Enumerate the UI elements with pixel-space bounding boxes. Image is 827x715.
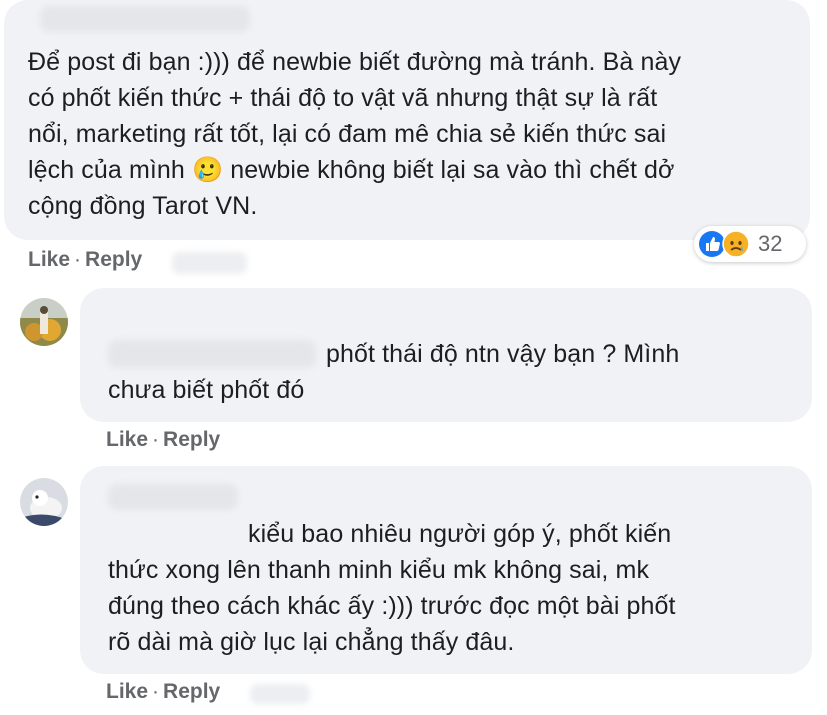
reaction-count: 32 <box>758 231 783 256</box>
blurred-author-name <box>108 484 238 510</box>
like-button[interactable]: Like <box>106 680 148 703</box>
reaction-summary[interactable]: 32 <box>694 226 806 262</box>
separator: · <box>74 248 82 271</box>
comment-actions-1: Like · Reply <box>28 248 142 272</box>
sad-icon <box>722 230 750 258</box>
avatar[interactable] <box>20 298 68 346</box>
like-button[interactable]: Like <box>106 428 148 451</box>
like-button[interactable]: Like <box>28 248 70 271</box>
reply-button[interactable]: Reply <box>163 428 220 451</box>
separator: · <box>152 428 160 451</box>
separator: · <box>152 680 160 703</box>
avatar[interactable] <box>20 478 68 526</box>
comment-text-3: kiểu bao nhiêu người góp ý, phốt kiến th… <box>108 520 676 656</box>
comment-text-1: Để post đi bạn :))) để newbie biết đường… <box>28 48 682 220</box>
blurred-timestamp <box>172 252 247 274</box>
comment-actions-2: Like · Reply <box>106 428 220 452</box>
reply-button[interactable]: Reply <box>163 680 220 703</box>
blurred-author-name <box>40 6 250 32</box>
comment-text-2: phốt thái độ ntn vậy bạn ? Mình chưa biế… <box>108 340 680 404</box>
blurred-timestamp <box>250 684 310 704</box>
reply-button[interactable]: Reply <box>85 248 142 271</box>
comment-actions-3: Like · Reply <box>106 680 220 704</box>
